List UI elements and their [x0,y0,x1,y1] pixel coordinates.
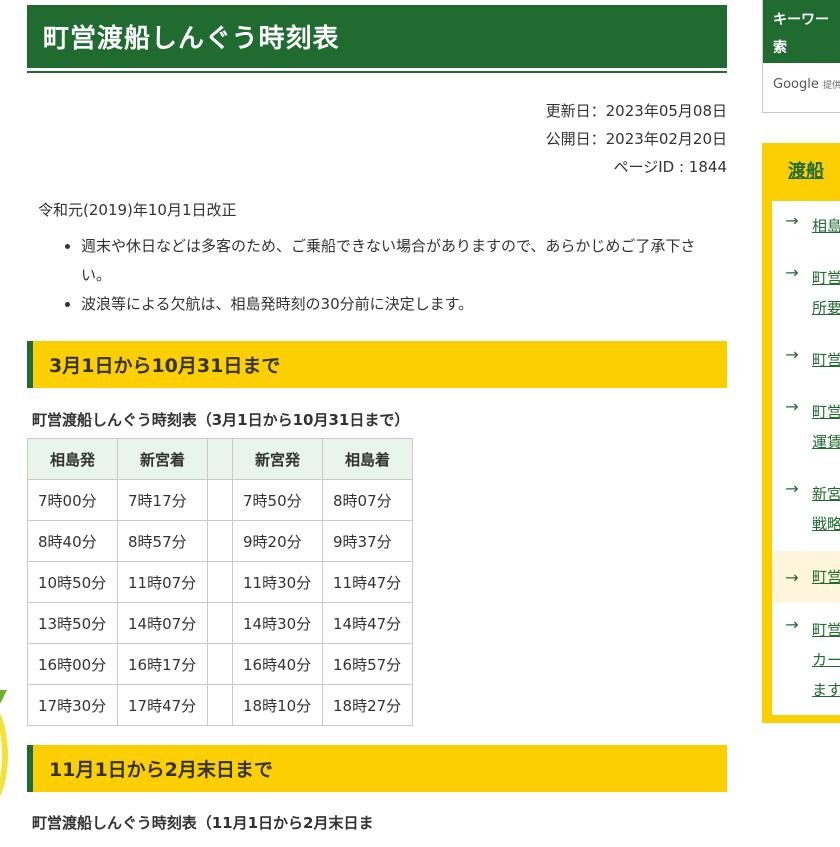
table-row: 10時50分 11時07分 11時30分 11時47分 [27,561,413,603]
table-cell: 14時47分 [322,602,413,644]
google-provider-text: 提供 [822,81,840,91]
sidebar-item-label-line2[interactable]: カー [812,645,840,675]
table-cell: 11時30分 [232,561,323,603]
table-cell: 14時30分 [232,602,323,644]
table-cell: 10時50分 [27,561,118,603]
table-cell: 8時40分 [27,520,118,562]
sidebar-item-label[interactable]: 町営 [812,263,840,293]
keyword-search-label-line1: キーワー [773,12,829,28]
section-heading-summer: 3月1日から10月31日まで [27,341,727,388]
table-caption-winter: 町営渡船しんぐう時刻表（11月1日から2月末日ま [32,814,374,832]
table-cell: 8時57分 [117,520,208,562]
sidebar-nav-list: → 相島 → 町営 所要 → 町営 → 町営 運賃 → 新宮 戦略 → 町営 →… [772,201,840,715]
table-cell-spacer [207,602,233,644]
notes-list: 週末や休日などは多客のため、ご乗船できない場合がありますので、あらかじめご了承下… [27,232,727,319]
col-header-shingu-arr: 新宮着 [117,438,208,480]
table-cell: 9時37分 [322,520,413,562]
keyword-search-panel: キーワー 索 Google 提供 [762,0,840,113]
table-cell: 16時57分 [322,643,413,685]
arrow-right-icon: → [785,615,799,634]
sidebar-item-label-line2[interactable]: 戦略 [812,509,840,539]
sidebar-item-label[interactable]: 町営 [812,397,840,427]
sidebar-item[interactable]: → 町営 カー ます [772,615,840,705]
table-cell-spacer [207,479,233,521]
sidebar-item[interactable]: → 町営 [772,345,840,375]
keyword-search-label: キーワー 索 [763,0,840,63]
note-item: 週末や休日などは多客のため、ご乗船できない場合がありますので、あらかじめご了承下… [81,232,727,290]
table-cell: 7時00分 [27,479,118,521]
decorative-ring [0,700,8,810]
table-cell: 18時27分 [322,684,413,726]
keyword-search-label-line2: 索 [773,40,787,56]
table-cell: 17時47分 [117,684,208,726]
page-title: 町営渡船しんぐう時刻表 [27,5,727,68]
sidebar-nav-title[interactable]: 渡船 [788,157,840,199]
table-cell: 9時20分 [232,520,323,562]
table-row: 16時00分 16時17分 16時40分 16時57分 [27,643,413,685]
google-search-input[interactable]: Google 提供 [763,63,840,92]
table-row: 7時00分 7時17分 7時50分 8時07分 [27,479,413,521]
table-caption-summer: 町営渡船しんぐう時刻表（3月1日から10月31日まで） [32,411,410,429]
sidebar-item[interactable]: → 町営 所要 [772,263,840,323]
table-cell: 7時17分 [117,479,208,521]
revision-note: 令和元(2019)年10月1日改正 [38,201,237,219]
section-heading-winter: 11月1日から2月末日まで [27,745,727,792]
published-date: 公開日：2023年02月20日 [545,130,727,148]
table-cell: 11時07分 [117,561,208,603]
table-cell: 13時50分 [27,602,118,644]
table-cell-spacer [207,643,233,685]
table-cell: 11時47分 [322,561,413,603]
title-underline [27,71,727,73]
table-cell: 16時17分 [117,643,208,685]
sidebar-item-label[interactable]: 新宮 [812,479,840,509]
col-header-spacer [207,438,233,480]
page-id: ページID : 1844 [613,158,727,176]
sidebar-item-label-line2[interactable]: 所要 [812,293,840,323]
table-header-row: 相島発 新宮着 新宮発 相島着 [27,438,413,480]
arrow-right-icon: → [785,263,799,282]
table-row: 13時50分 14時07分 14時30分 14時47分 [27,602,413,644]
sidebar-item[interactable]: → 新宮 戦略 [772,479,840,539]
arrow-right-icon: → [785,567,799,587]
table-cell: 17時30分 [27,684,118,726]
arrow-right-icon: → [785,479,799,498]
sidebar-item-label-line3[interactable]: ます [812,675,840,705]
table-cell: 16時40分 [232,643,323,685]
sidebar-item-label[interactable]: 町営 [812,345,840,375]
sidebar-item[interactable]: → 相島 [772,211,840,241]
page-meta: 更新日：2023年05月08日 公開日：2023年02月20日 ページID : … [27,97,727,181]
arrow-right-icon: → [785,397,799,416]
table-row: 8時40分 8時57分 9時20分 9時37分 [27,520,413,562]
sidebar-item-label[interactable]: 町営 [812,615,840,645]
sidebar-item-label[interactable]: 町営 [812,562,840,592]
col-header-shingu-dep: 新宮発 [232,438,323,480]
decorative-mark [0,690,7,704]
main-content: 町営渡船しんぐう時刻表 更新日：2023年05月08日 公開日：2023年02月… [27,5,727,833]
note-item: 波浪等による欠航は、相島発時刻の30分前に決定します。 [81,290,727,319]
sidebar-item[interactable]: → 町営 運賃 [772,397,840,457]
timetable-summer: 相島発 新宮着 新宮発 相島着 7時00分 7時17分 7時50分 8時07分 … [27,438,413,726]
google-logo: Google [773,77,819,92]
table-cell: 8時07分 [322,479,413,521]
table-cell-spacer [207,561,233,603]
sidebar-nav: 渡船 → 相島 → 町営 所要 → 町営 → 町営 運賃 → 新宮 戦略 → 町… [762,143,840,723]
col-header-aishima-arr: 相島着 [322,438,413,480]
table-cell: 7時50分 [232,479,323,521]
table-cell-spacer [207,520,233,562]
table-cell-spacer [207,684,233,726]
sidebar-item-current[interactable]: → 町営 [772,551,840,603]
updated-date: 更新日：2023年05月08日 [545,102,727,120]
col-header-aishima-dep: 相島発 [27,438,118,480]
table-cell: 14時07分 [117,602,208,644]
arrow-right-icon: → [785,211,799,230]
table-cell: 16時00分 [27,643,118,685]
sidebar-item-label[interactable]: 相島 [812,211,840,241]
table-row: 17時30分 17時47分 18時10分 18時27分 [27,684,413,726]
arrow-right-icon: → [785,345,799,364]
table-cell: 18時10分 [232,684,323,726]
sidebar-item-label-line2[interactable]: 運賃 [812,427,840,457]
